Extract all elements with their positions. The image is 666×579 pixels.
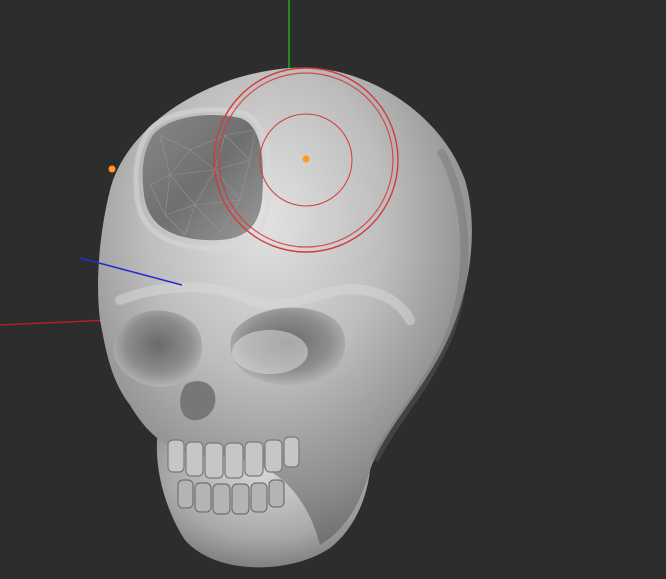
axis-x-line xyxy=(0,319,111,326)
viewport-canvas[interactable] xyxy=(0,0,666,579)
pivot-point-icon[interactable] xyxy=(108,165,116,173)
skull-model[interactable] xyxy=(98,67,472,568)
cheek-highlight xyxy=(232,330,308,374)
3d-viewport[interactable] xyxy=(0,0,666,579)
brush-center-icon xyxy=(302,155,310,163)
teeth-upper xyxy=(167,436,300,479)
